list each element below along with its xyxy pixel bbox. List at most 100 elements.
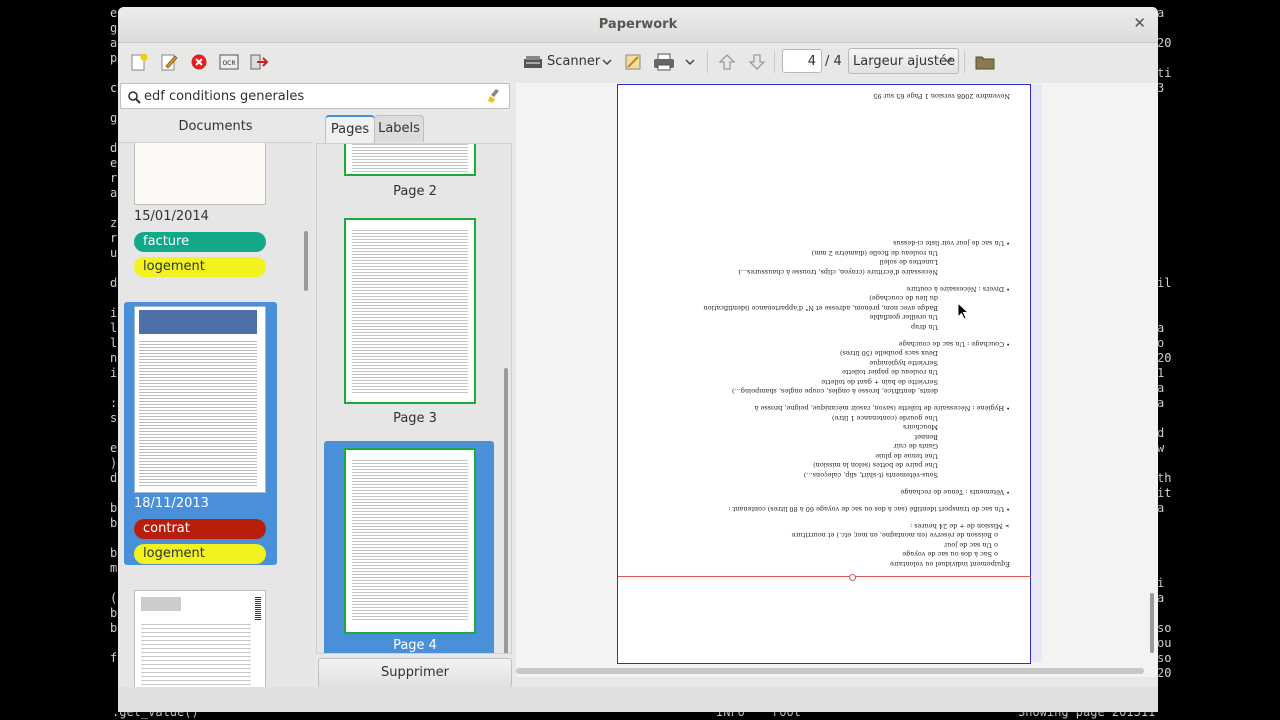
page-list[interactable]: Page 2 Page 3 Page 4	[316, 143, 512, 654]
page-text-line: Serviette hygiénique	[869, 359, 938, 367]
previous-page-button[interactable]	[716, 51, 738, 73]
page-text-line: Une paire de bottes (selon la mission)	[813, 461, 938, 470]
page-thumbnail[interactable]	[344, 144, 476, 176]
clear-search-icon[interactable]	[487, 88, 503, 104]
page-text-line: Lunettes de soleil	[879, 258, 938, 267]
label-badge: contrat	[134, 519, 266, 539]
page-text-line: Un oreiller gonflable	[869, 313, 938, 322]
viewer-horizontal-scrollbar[interactable]	[516, 668, 1144, 674]
document-thumbnail[interactable]	[134, 306, 266, 493]
print-dropdown-button[interactable]	[683, 51, 697, 73]
page-text-line: Sous-vêtements (t-shirt, slip, caleçons.…	[803, 471, 938, 479]
page-text-line: • Divers : Nécessaire à couture	[906, 285, 1010, 293]
close-window-button[interactable]: ✕	[1133, 14, 1146, 32]
toolbar-separator	[964, 51, 965, 73]
page-text-line: du lieu de couchage)	[869, 294, 938, 303]
page-text-content: Équipement individuel ou volontaire o Sac…	[618, 85, 1018, 573]
page-text-line: • Vêtements : Tenue de rechange	[900, 488, 1010, 496]
page-label: Page 4	[393, 638, 437, 653]
printer-icon	[654, 53, 674, 71]
page-text-line: Gants de cuir	[893, 442, 938, 451]
page-text-line: • Hygiène : Nécessaire de toilette (savo…	[754, 404, 1010, 413]
page-number-input[interactable]: 4	[782, 49, 822, 73]
scanner-button[interactable]	[522, 51, 544, 73]
delete-document-button[interactable]	[188, 51, 210, 73]
ocr-icon: OCR	[219, 54, 239, 70]
tab-pages[interactable]: Pages	[325, 115, 375, 144]
import-button[interactable]	[623, 51, 645, 73]
page-text-line: Deux sacs poubelle (50 litres)	[839, 349, 938, 358]
page-text-line: Un drap	[910, 323, 938, 331]
delete-page-button[interactable]: Supprimer	[318, 658, 512, 688]
svg-text:OCR: OCR	[222, 60, 235, 67]
pages-panel: Pages Labels Page 2 Page 3 Page 4 Suppri…	[316, 112, 512, 688]
export-button[interactable]	[248, 51, 270, 73]
next-page-button[interactable]	[746, 51, 768, 73]
window-title: Paperwork	[598, 17, 678, 32]
page-text-line: Une tenue de pluie	[875, 452, 938, 460]
page-text-line: o Un sac de jour	[944, 541, 998, 549]
folder-icon	[975, 56, 995, 70]
page-label: Page 2	[393, 184, 437, 199]
page-text-line: dents, dentifrice, brosse à ongles, coup…	[732, 387, 938, 396]
page-text-line: Équipement individuel ou volontaire	[889, 560, 1010, 568]
page-text-line: • Un sac de transport identifié (sac à d…	[728, 505, 1010, 513]
document-thumbnail[interactable]	[134, 590, 266, 691]
edit-document-button[interactable]	[158, 51, 180, 73]
page-text-line: o Boisson de réserve (en montagne, en me…	[791, 531, 998, 540]
document-list[interactable]: 15/01/2014 facture logement 18/11/2013 c…	[118, 143, 313, 691]
document-thumbnail[interactable]	[134, 143, 266, 205]
page-text-line: Serviette de bain + gant de toilette	[821, 378, 938, 386]
page-text-line: ➢ Mission de + de 24 heures :	[910, 522, 1010, 530]
page-text-line: Un rouleau de ficelle (diamètre 2 mm)	[811, 249, 938, 257]
scanner-label[interactable]: Scanner	[547, 54, 600, 69]
chevron-down-icon	[602, 59, 612, 66]
print-button[interactable]	[652, 51, 676, 73]
page-text-line: Nécessaire d'écriture (crayon, clips, tr…	[738, 268, 938, 276]
page-thumbnail[interactable]	[344, 448, 476, 634]
label-badge: logement	[134, 257, 266, 277]
selection-handle[interactable]	[849, 574, 856, 581]
page-thumbnail[interactable]	[344, 218, 476, 404]
export-icon	[250, 54, 269, 70]
new-document-button[interactable]	[128, 51, 150, 73]
scanner-dropdown-button[interactable]	[600, 51, 614, 73]
paperwork-window: Paperwork ✕ OCR Scanner 4 / 4 Largeur aj…	[118, 7, 1158, 712]
toolbar-separator	[774, 51, 775, 73]
tab-labels[interactable]: Labels	[374, 115, 424, 142]
page-viewer[interactable]: Équipement individuel ou volontaire o Sac…	[516, 83, 1158, 677]
ocr-button[interactable]: OCR	[218, 51, 240, 73]
toolbar: OCR Scanner 4 / 4 Largeur ajustée	[118, 43, 1158, 81]
label-badge: facture	[134, 232, 266, 252]
arrow-up-icon	[718, 54, 736, 70]
delete-icon	[191, 54, 207, 70]
search-icon	[128, 91, 141, 104]
document-list-scrollbar[interactable]	[304, 231, 308, 291]
page-list-scrollbar[interactable]	[504, 368, 508, 653]
document-page: Équipement individuel ou volontaire o Sac…	[617, 84, 1041, 664]
page-label: Page 3	[393, 411, 437, 426]
scanner-icon	[524, 56, 542, 68]
page-text-line: Un rouleau de papier toilette	[842, 368, 938, 377]
page-edge	[1031, 84, 1042, 662]
chevron-down-icon	[943, 53, 953, 70]
arrow-down-icon	[748, 54, 766, 70]
status-bar	[118, 687, 1158, 712]
import-icon	[625, 54, 641, 70]
search-query: edf conditions generales	[144, 89, 305, 104]
chevron-down-icon	[685, 59, 695, 66]
background-terminal-right: a 20 ti 3 il a o 20 1 a a d w th it a i …	[1157, 6, 1172, 680]
documents-header: Documents	[118, 112, 313, 143]
zoom-select[interactable]: Largeur ajustée	[848, 48, 959, 74]
mouse-cursor-icon	[957, 302, 969, 320]
page-text-line: Mouchoirs	[902, 423, 938, 432]
selection-line	[618, 576, 1041, 577]
label-badge: logement	[134, 544, 266, 564]
search-input[interactable]: edf conditions generales	[120, 83, 510, 109]
page-text-line: Badge avec nom, prénom, adresse et N° d'…	[703, 304, 938, 312]
new-document-icon	[131, 53, 148, 71]
viewer-vertical-scrollbar[interactable]	[1150, 593, 1154, 653]
open-folder-button[interactable]	[974, 51, 996, 73]
titlebar[interactable]: Paperwork ✕	[118, 7, 1158, 43]
page-text-line: • Couchage : Un sac de couchage	[898, 340, 1010, 348]
